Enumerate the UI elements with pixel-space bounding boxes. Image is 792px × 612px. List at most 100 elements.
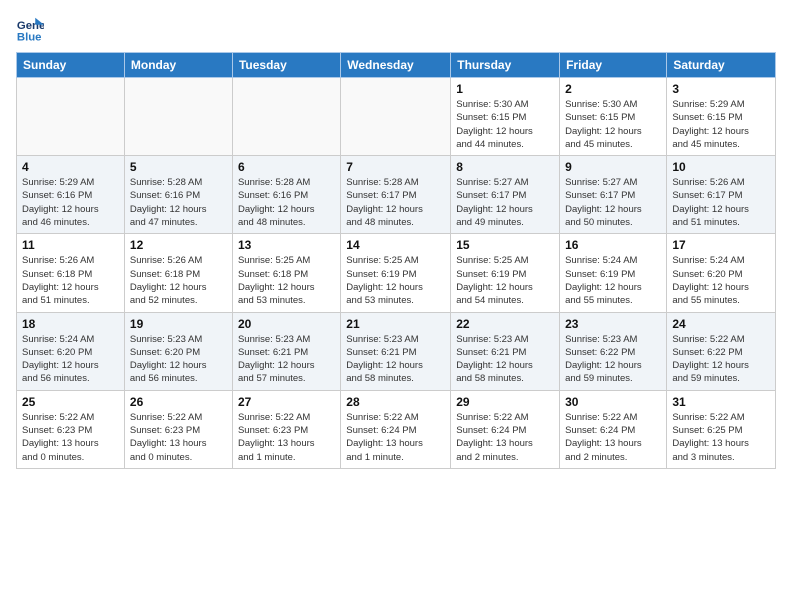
day-number: 2: [565, 82, 661, 96]
svg-text:Blue: Blue: [17, 32, 42, 44]
day-info: Sunrise: 5:24 AM Sunset: 6:20 PM Dayligh…: [672, 254, 770, 307]
calendar-cell: 15Sunrise: 5:25 AM Sunset: 6:19 PM Dayli…: [451, 234, 560, 312]
weekday-header: Wednesday: [341, 53, 451, 78]
day-info: Sunrise: 5:22 AM Sunset: 6:23 PM Dayligh…: [130, 411, 227, 464]
day-info: Sunrise: 5:22 AM Sunset: 6:25 PM Dayligh…: [672, 411, 770, 464]
calendar-cell: 16 Sunrise: 5:24 AM Sunset: 6:19 PM Dayli…: [560, 234, 667, 312]
day-number: 28: [346, 395, 445, 409]
day-number: 3: [672, 82, 770, 96]
day-number: 18: [22, 317, 119, 331]
day-number: 8: [456, 160, 554, 174]
day-number: 29: [456, 395, 554, 409]
calendar-body: 1 Sunrise: 5:30 AM Sunset: 6:15 PM Daylig…: [17, 78, 776, 469]
calendar-cell: 2 Sunrise: 5:30 AM Sunset: 6:15 PM Daylig…: [560, 78, 667, 156]
calendar-table: SundayMondayTuesdayWednesdayThursdayFrid…: [16, 52, 776, 469]
calendar-cell: 22 Sunrise: 5:23 AM Sunset: 6:21 PM Dayli…: [451, 312, 560, 390]
day-number: 23: [565, 317, 661, 331]
day-number: 11: [22, 238, 119, 252]
calendar-cell: 19 Sunrise: 5:23 AM Sunset: 6:20 PM Dayli…: [124, 312, 232, 390]
calendar-cell: 10 Sunrise: 5:26 AM Sunset: 6:17 PM Dayli…: [667, 156, 776, 234]
day-number: 27: [238, 395, 335, 409]
day-info: Sunrise: 5:23 AM Sunset: 6:20 PM Dayligh…: [130, 333, 227, 386]
calendar-cell: 20 Sunrise: 5:23 AM Sunset: 6:21 PM Dayli…: [232, 312, 340, 390]
day-info: Sunrise: 5:24 AM Sunset: 6:20 PM Dayligh…: [22, 333, 119, 386]
weekday-header: Friday: [560, 53, 667, 78]
calendar-cell: [124, 78, 232, 156]
day-info: Sunrise: 5:25 AM Sunset: 6:18 PM Dayligh…: [238, 254, 335, 307]
day-number: 22: [456, 317, 554, 331]
calendar-week-row: 25 Sunrise: 5:22 AM Sunset: 6:23 PM Dayli…: [17, 390, 776, 468]
day-info: Sunrise: 5:28 AM Sunset: 6:16 PM Dayligh…: [130, 176, 227, 229]
calendar-cell: 12 Sunrise: 5:26 AM Sunset: 6:18 PM Dayli…: [124, 234, 232, 312]
day-info: Sunrise: 5:23 AM Sunset: 6:21 PM Dayligh…: [346, 333, 445, 386]
day-info: Sunrise: 5:29 AM Sunset: 6:15 PM Dayligh…: [672, 98, 770, 151]
day-number: 19: [130, 317, 227, 331]
calendar-cell: 23Sunrise: 5:23 AM Sunset: 6:22 PM Dayli…: [560, 312, 667, 390]
logo-icon: General Blue: [16, 16, 44, 44]
day-number: 26: [130, 395, 227, 409]
day-info: Sunrise: 5:29 AM Sunset: 6:16 PM Dayligh…: [22, 176, 119, 229]
calendar-cell: 26 Sunrise: 5:22 AM Sunset: 6:23 PM Dayli…: [124, 390, 232, 468]
calendar-cell: 4 Sunrise: 5:29 AM Sunset: 6:16 PM Daylig…: [17, 156, 125, 234]
day-number: 13: [238, 238, 335, 252]
calendar-cell: 6 Sunrise: 5:28 AM Sunset: 6:16 PM Daylig…: [232, 156, 340, 234]
day-number: 30: [565, 395, 661, 409]
weekday-header: Monday: [124, 53, 232, 78]
weekday-header: Saturday: [667, 53, 776, 78]
calendar-cell: 7 Sunrise: 5:28 AM Sunset: 6:17 PM Daylig…: [341, 156, 451, 234]
weekday-header: Thursday: [451, 53, 560, 78]
day-info: Sunrise: 5:26 AM Sunset: 6:18 PM Dayligh…: [130, 254, 227, 307]
day-info: Sunrise: 5:22 AM Sunset: 6:22 PM Dayligh…: [672, 333, 770, 386]
day-info: Sunrise: 5:25 AM Sunset: 6:19 PM Dayligh…: [346, 254, 445, 307]
day-number: 25: [22, 395, 119, 409]
calendar-cell: 3 Sunrise: 5:29 AM Sunset: 6:15 PM Daylig…: [667, 78, 776, 156]
day-info: Sunrise: 5:28 AM Sunset: 6:17 PM Dayligh…: [346, 176, 445, 229]
calendar-cell: 21 Sunrise: 5:23 AM Sunset: 6:21 PM Dayli…: [341, 312, 451, 390]
day-number: 9: [565, 160, 661, 174]
day-number: 5: [130, 160, 227, 174]
day-info: Sunrise: 5:30 AM Sunset: 6:15 PM Dayligh…: [565, 98, 661, 151]
calendar-cell: [17, 78, 125, 156]
day-number: 1: [456, 82, 554, 96]
day-info: Sunrise: 5:26 AM Sunset: 6:17 PM Dayligh…: [672, 176, 770, 229]
day-info: Sunrise: 5:22 AM Sunset: 6:24 PM Dayligh…: [346, 411, 445, 464]
calendar-cell: 1 Sunrise: 5:30 AM Sunset: 6:15 PM Daylig…: [451, 78, 560, 156]
calendar-cell: 9 Sunrise: 5:27 AM Sunset: 6:17 PM Daylig…: [560, 156, 667, 234]
calendar-week-row: 4 Sunrise: 5:29 AM Sunset: 6:16 PM Daylig…: [17, 156, 776, 234]
day-info: Sunrise: 5:26 AM Sunset: 6:18 PM Dayligh…: [22, 254, 119, 307]
calendar-cell: 25 Sunrise: 5:22 AM Sunset: 6:23 PM Dayli…: [17, 390, 125, 468]
day-info: Sunrise: 5:24 AM Sunset: 6:19 PM Dayligh…: [565, 254, 661, 307]
weekday-header: Sunday: [17, 53, 125, 78]
calendar-cell: 17Sunrise: 5:24 AM Sunset: 6:20 PM Dayli…: [667, 234, 776, 312]
day-info: Sunrise: 5:28 AM Sunset: 6:16 PM Dayligh…: [238, 176, 335, 229]
calendar-cell: 31 Sunrise: 5:22 AM Sunset: 6:25 PM Dayli…: [667, 390, 776, 468]
calendar-cell: 14 Sunrise: 5:25 AM Sunset: 6:19 PM Dayli…: [341, 234, 451, 312]
calendar-cell: 11 Sunrise: 5:26 AM Sunset: 6:18 PM Dayli…: [17, 234, 125, 312]
day-info: Sunrise: 5:23 AM Sunset: 6:21 PM Dayligh…: [456, 333, 554, 386]
day-info: Sunrise: 5:27 AM Sunset: 6:17 PM Dayligh…: [565, 176, 661, 229]
calendar-cell: 8Sunrise: 5:27 AM Sunset: 6:17 PM Daylig…: [451, 156, 560, 234]
day-number: 24: [672, 317, 770, 331]
day-info: Sunrise: 5:30 AM Sunset: 6:15 PM Dayligh…: [456, 98, 554, 151]
calendar-cell: 13 Sunrise: 5:25 AM Sunset: 6:18 PM Dayli…: [232, 234, 340, 312]
day-number: 6: [238, 160, 335, 174]
day-number: 10: [672, 160, 770, 174]
day-info: Sunrise: 5:22 AM Sunset: 6:23 PM Dayligh…: [22, 411, 119, 464]
day-info: Sunrise: 5:22 AM Sunset: 6:24 PM Dayligh…: [456, 411, 554, 464]
calendar-cell: 5 Sunrise: 5:28 AM Sunset: 6:16 PM Daylig…: [124, 156, 232, 234]
day-number: 20: [238, 317, 335, 331]
weekday-header-row: SundayMondayTuesdayWednesdayThursdayFrid…: [17, 53, 776, 78]
day-number: 4: [22, 160, 119, 174]
day-number: 21: [346, 317, 445, 331]
day-number: 16: [565, 238, 661, 252]
calendar-cell: 30 Sunrise: 5:22 AM Sunset: 6:24 PM Dayli…: [560, 390, 667, 468]
day-number: 12: [130, 238, 227, 252]
day-info: Sunrise: 5:23 AM Sunset: 6:21 PM Dayligh…: [238, 333, 335, 386]
day-number: 31: [672, 395, 770, 409]
calendar-cell: 18 Sunrise: 5:24 AM Sunset: 6:20 PM Dayli…: [17, 312, 125, 390]
calendar-cell: 24 Sunrise: 5:22 AM Sunset: 6:22 PM Dayli…: [667, 312, 776, 390]
day-number: 7: [346, 160, 445, 174]
day-number: 14: [346, 238, 445, 252]
day-info: Sunrise: 5:22 AM Sunset: 6:23 PM Dayligh…: [238, 411, 335, 464]
day-info: Sunrise: 5:22 AM Sunset: 6:24 PM Dayligh…: [565, 411, 661, 464]
